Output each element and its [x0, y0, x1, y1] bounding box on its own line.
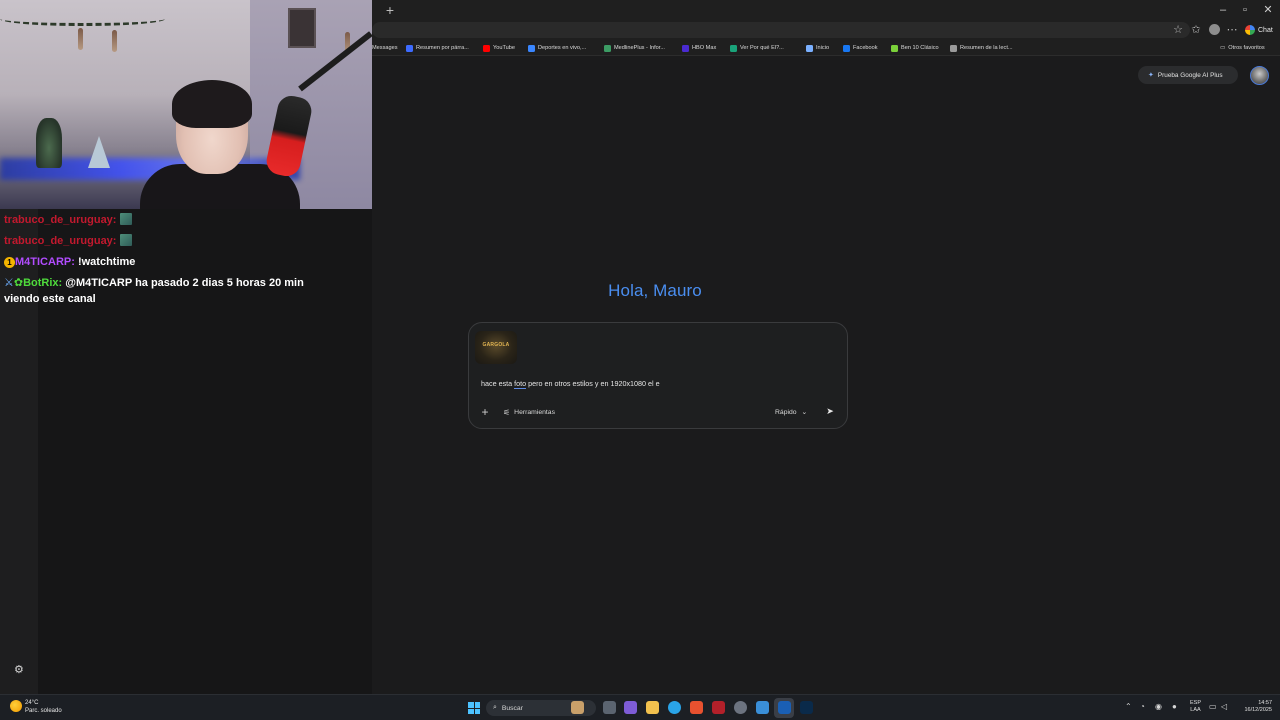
prompt-composer: GARGOLA hace esta foto pero en otros est…	[468, 322, 848, 429]
minimize-button[interactable]: –	[1216, 3, 1230, 17]
chat-message: trabuco_de_uruguay:	[4, 213, 132, 228]
prompt-input[interactable]: hace esta foto pero en otros estilos y e…	[481, 379, 660, 389]
chat-emote	[119, 213, 132, 225]
bookmark-favicon	[406, 44, 413, 52]
bookmark-item[interactable]: Inicio	[806, 42, 829, 54]
webcam-ornament	[78, 28, 83, 50]
bookmark-item[interactable]: MedlinePlus - Infor...	[604, 42, 665, 54]
bookmark-favicon	[730, 44, 737, 52]
other-bookmarks-folder[interactable]: ▭ Otros favoritos	[1220, 42, 1265, 54]
webcam-christmas-tree	[88, 136, 110, 168]
chevron-down-icon: ⌄	[801, 409, 808, 416]
bot-badge-icon: ✿	[13, 277, 24, 289]
steam-icon[interactable]	[778, 701, 791, 714]
search-icon: ⌕	[493, 704, 497, 711]
youtube-icon	[483, 44, 490, 52]
chat-message: 1 M4TICARP: !watchtime	[4, 255, 135, 270]
bookmark-favicon	[604, 44, 611, 52]
bookmark-item[interactable]: Deportes en vivo,...	[528, 42, 586, 54]
add-attachment-button[interactable]: +	[479, 405, 491, 419]
weather-sun-icon[interactable]	[10, 700, 22, 712]
volume-icon[interactable]: ◁	[1221, 702, 1227, 712]
webcam-wall-picture	[288, 8, 316, 48]
webcam-streamer-hair	[172, 80, 252, 128]
settings-gear-icon[interactable]: ⚙	[14, 664, 24, 676]
gemini-icon	[1245, 25, 1255, 35]
bookmark-item[interactable]: HBO Max	[682, 42, 716, 54]
menu-dots-icon[interactable]: ⋯	[1225, 23, 1239, 37]
profile-icon[interactable]	[1209, 24, 1220, 35]
hbo-icon	[682, 44, 689, 52]
model-mode-dropdown[interactable]: Rápido ⌄	[775, 406, 807, 418]
task-view-icon[interactable]	[603, 701, 616, 714]
file-explorer-icon[interactable]	[646, 701, 659, 714]
facebook-icon	[843, 44, 850, 52]
bookmarks-bar: Messages Resumen por párra... YouTube De…	[372, 39, 1280, 56]
bookmark-item[interactable]: Messages	[372, 42, 398, 54]
ai-plus-promo-button[interactable]: ✦ Prueba Google AI Plus	[1138, 66, 1238, 84]
red-app-icon[interactable]	[712, 701, 725, 714]
taskbar-clock[interactable]: 14:57 16/12/2025	[1236, 700, 1272, 714]
widgets-icon[interactable]	[624, 701, 637, 714]
chat-emote	[119, 234, 132, 246]
bookmark-item[interactable]: Ver Por qué El?...	[730, 42, 784, 54]
send-icon: ➤	[826, 406, 834, 416]
favorites-icon[interactable]: ✩	[1189, 23, 1203, 37]
desktop-screen: + – ▫ ✕ ☆ ✩ ⋯ Chat Messages Resumen por …	[0, 0, 1280, 720]
send-button[interactable]: ➤	[823, 404, 837, 418]
new-tab-button[interactable]: +	[383, 2, 397, 18]
folder-icon: ▭	[1220, 45, 1226, 51]
bookmark-item[interactable]: Facebook	[843, 42, 878, 54]
user-avatar[interactable]	[1250, 66, 1269, 85]
weather-widget[interactable]: 24°C Parc. soleado	[25, 699, 62, 715]
bookmark-item[interactable]: YouTube	[483, 42, 515, 54]
bookmark-item[interactable]: Resumen de la lect...	[950, 42, 1013, 54]
microphone-icon[interactable]: ●	[1172, 702, 1177, 712]
chat-message: trabuco_de_uruguay:	[4, 234, 132, 249]
chat-label: Chat	[1258, 26, 1273, 34]
sword-badge-icon: ⚔	[4, 277, 14, 289]
chat-message-continuation: viendo este canal	[4, 293, 96, 305]
windows-taskbar: 24°C Parc. soleado ⌕ Buscar ⌃ ◔ ◉ ● ESP …	[0, 694, 1280, 720]
webcam-overlay	[0, 0, 372, 209]
edge-icon[interactable]	[668, 701, 681, 714]
sliders-icon: ⚟	[503, 407, 511, 417]
bookmark-star-icon[interactable]: ☆	[1171, 23, 1185, 37]
address-bar[interactable]	[372, 22, 1190, 38]
tray-chevron-up-icon[interactable]: ⌃	[1125, 702, 1132, 712]
bookmark-favicon	[891, 44, 898, 52]
gemini-chat-button[interactable]: Chat	[1243, 22, 1277, 38]
webcam-ornament	[112, 30, 117, 52]
chat-badge-icon: 1	[4, 257, 15, 268]
bookmark-favicon	[950, 44, 957, 52]
webcam-garland	[0, 12, 165, 26]
start-button[interactable]	[468, 702, 480, 714]
bookmark-favicon	[528, 44, 535, 52]
bookmark-item[interactable]: Resumen por párra...	[406, 42, 469, 54]
close-window-button[interactable]: ✕	[1261, 3, 1275, 17]
settings-app-icon[interactable]	[734, 701, 747, 714]
brave-icon[interactable]	[690, 701, 703, 714]
photoshop-icon[interactable]	[800, 701, 813, 714]
tray-app-icon[interactable]: ◉	[1155, 702, 1162, 712]
sparkle-icon: ✦	[1148, 72, 1154, 79]
network-icon[interactable]: ▭	[1209, 702, 1217, 712]
maximize-button[interactable]: ▫	[1238, 3, 1252, 17]
spellcheck-word: foto	[514, 379, 527, 389]
bookmark-item[interactable]: Ben 10 Clásico	[891, 42, 939, 54]
bookmark-favicon	[806, 44, 813, 52]
photos-app-icon[interactable]	[756, 701, 769, 714]
search-highlight-icon	[571, 701, 584, 714]
greeting-heading: Hola, Mauro	[608, 281, 702, 300]
tray-app-icon[interactable]: ◔	[1140, 702, 1145, 712]
attachment-thumbnail[interactable]: GARGOLA	[475, 331, 517, 364]
chat-message: ⚔✿BotRix: @M4TICARP ha pasado 2 dias 5 h…	[4, 277, 304, 289]
language-indicator[interactable]: ESP LAA	[1190, 700, 1201, 714]
webcam-plant	[36, 118, 62, 168]
tools-button[interactable]: ⚟ Herramientas	[503, 406, 555, 418]
attachment-logo: GARGOLA	[482, 342, 510, 348]
